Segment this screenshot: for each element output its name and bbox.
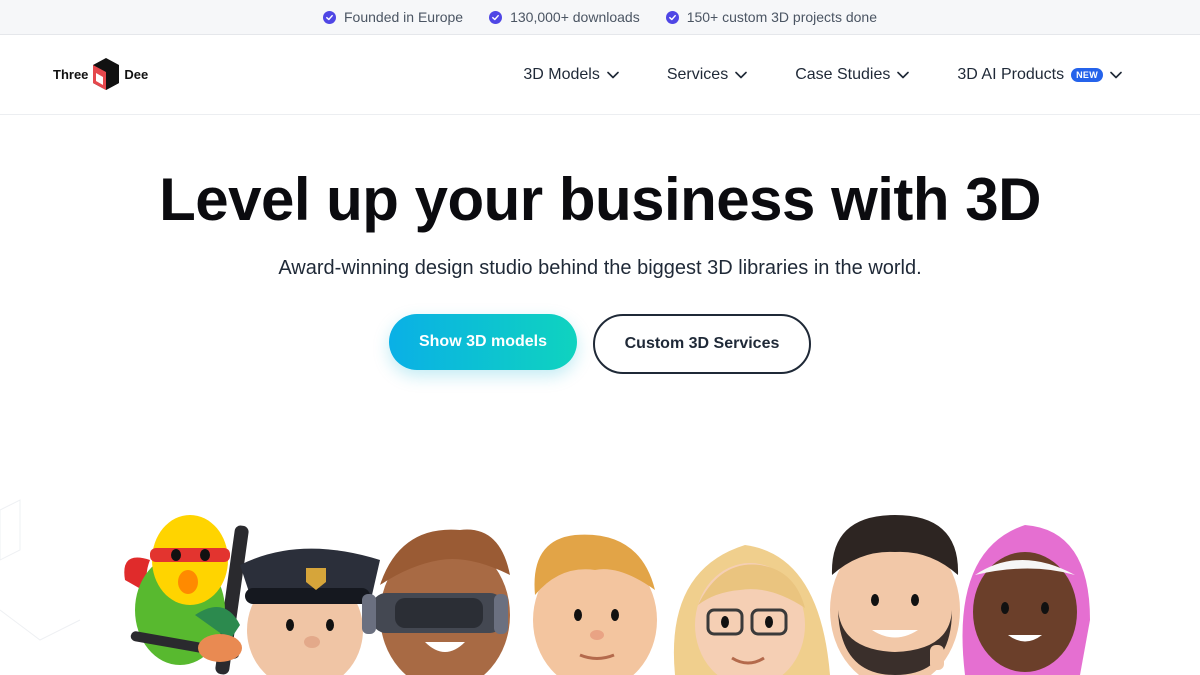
topbar-label: Founded in Europe bbox=[344, 9, 464, 25]
glasses-woman-character bbox=[673, 545, 830, 675]
chevron-down-icon bbox=[735, 71, 748, 79]
topbar-item-projects: 150+ custom 3D projects done bbox=[665, 9, 877, 25]
cube-logo-icon bbox=[93, 58, 120, 90]
nav-menu: 3D Models Services Case Studies 3D AI Pr… bbox=[523, 35, 1122, 115]
nav-item-3d-ai-products[interactable]: 3D AI Products NEW bbox=[957, 66, 1122, 84]
nav-item-label: Services bbox=[666, 66, 729, 83]
blond-boy-character bbox=[533, 534, 657, 675]
chevron-down-icon bbox=[607, 71, 619, 79]
chevron-down-icon bbox=[897, 71, 910, 79]
parrot-character bbox=[124, 515, 249, 675]
topbar-item-downloads: 130,000+ downloads bbox=[489, 9, 640, 25]
hero-subtitle: Award-winning design studio behind the b… bbox=[278, 257, 922, 279]
nav-item-label: 3D AI Products bbox=[957, 66, 1065, 83]
nav-item-case-studies[interactable]: Case Studies bbox=[795, 66, 910, 84]
logo[interactable]: Three Dee bbox=[53, 57, 148, 91]
nav-item-services[interactable]: Services bbox=[666, 66, 748, 84]
top-info-bar: Founded in Europe 130,000+ downloads 150… bbox=[0, 0, 1200, 35]
main-navigation: Three Dee 3D Models Services Case Studie… bbox=[0, 35, 1200, 115]
characters-illustration bbox=[0, 490, 1200, 675]
nav-item-label: 3D Models bbox=[523, 66, 600, 83]
check-circle-icon bbox=[323, 10, 336, 24]
show-3d-models-button[interactable]: Show 3D models bbox=[389, 314, 577, 370]
hero-title: Level up your business with 3D bbox=[159, 166, 1041, 233]
chevron-down-icon bbox=[1110, 71, 1122, 79]
logo-text-right: Dee bbox=[124, 66, 149, 82]
topbar-label: 130,000+ downloads bbox=[510, 9, 640, 25]
check-circle-icon bbox=[665, 10, 679, 24]
bearded-man-character bbox=[830, 515, 960, 675]
nav-item-3d-models[interactable]: 3D Models bbox=[523, 66, 619, 84]
check-circle-icon bbox=[489, 10, 503, 24]
custom-3d-services-button[interactable]: Custom 3D Services bbox=[593, 314, 811, 374]
vr-headset-character bbox=[362, 529, 510, 675]
hijab-woman-character bbox=[962, 525, 1090, 675]
logo-text-left: Three bbox=[53, 66, 89, 82]
background-pattern bbox=[0, 499, 81, 641]
new-badge: NEW bbox=[1071, 68, 1103, 82]
topbar-label: 150+ custom 3D projects done bbox=[686, 9, 877, 25]
topbar-item-founded: Founded in Europe bbox=[323, 9, 463, 25]
police-officer-character bbox=[240, 548, 380, 675]
nav-item-label: Case Studies bbox=[795, 66, 891, 83]
